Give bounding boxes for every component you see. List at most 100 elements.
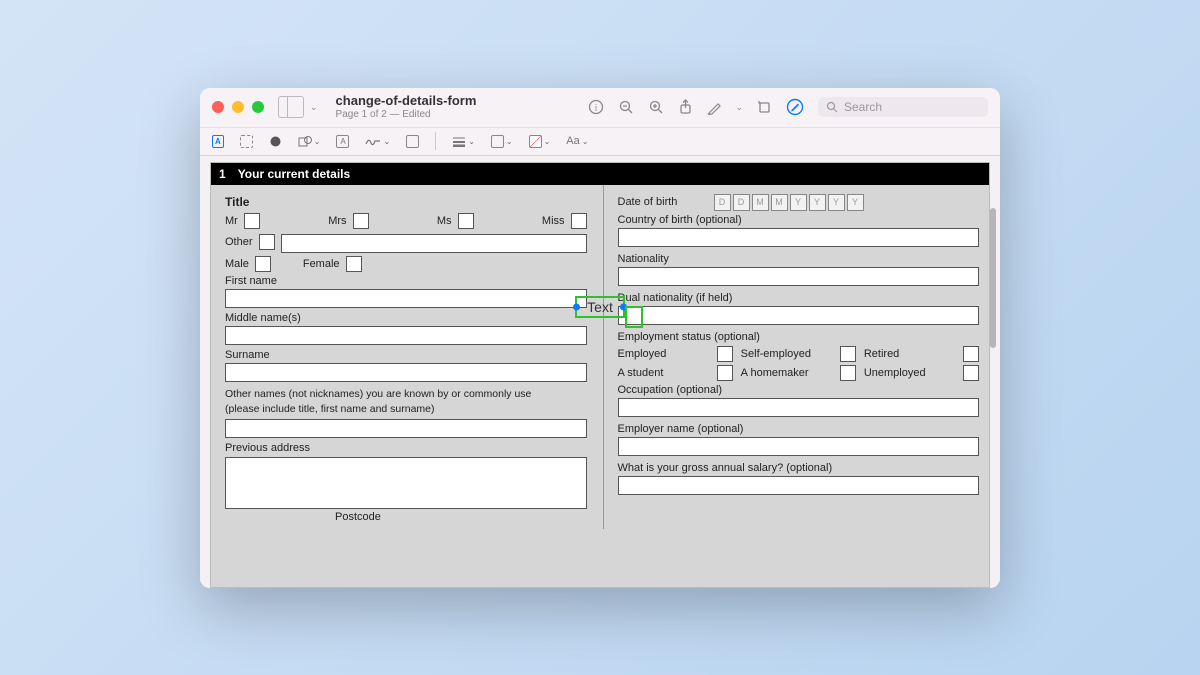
dual-nationality-label: Dual nationality (if held) bbox=[618, 292, 980, 304]
document-title: change-of-details-form bbox=[336, 94, 477, 108]
info-icon[interactable]: i bbox=[588, 99, 604, 115]
miss-label: Miss bbox=[542, 215, 565, 227]
rotate-icon[interactable] bbox=[757, 100, 772, 115]
male-checkbox[interactable] bbox=[255, 256, 271, 272]
homemaker-label: A homemaker bbox=[741, 367, 832, 379]
annotation-secondary-box[interactable] bbox=[625, 306, 643, 328]
zoom-in-icon[interactable] bbox=[648, 99, 664, 115]
svg-text:i: i bbox=[595, 103, 598, 113]
homemaker-checkbox[interactable] bbox=[840, 365, 856, 381]
markup-chevron-icon[interactable]: ⌄ bbox=[735, 102, 743, 113]
ms-label: Ms bbox=[437, 215, 452, 227]
form-left-column: Title Mr Mrs Ms Miss Other bbox=[211, 185, 604, 529]
annotate-icon[interactable] bbox=[786, 98, 804, 116]
section-title: Your current details bbox=[238, 167, 350, 181]
search-placeholder: Search bbox=[844, 100, 882, 114]
retired-label: Retired bbox=[864, 348, 955, 360]
document-title-area: change-of-details-form Page 1 of 2 — Edi… bbox=[336, 94, 477, 119]
mr-checkbox[interactable] bbox=[244, 213, 260, 229]
zoom-out-icon[interactable] bbox=[618, 99, 634, 115]
scrollbar-thumb[interactable] bbox=[990, 208, 996, 348]
document-subtitle: Page 1 of 2 — Edited bbox=[336, 109, 477, 120]
ms-checkbox[interactable] bbox=[458, 213, 474, 229]
male-label: Male bbox=[225, 258, 249, 270]
form-right-column: Date of birth D D M M Y Y Y Y Country of bbox=[604, 185, 990, 529]
border-color-icon[interactable]: ⌄ bbox=[491, 135, 513, 148]
unemployed-label: Unemployed bbox=[864, 367, 955, 379]
nationality-input[interactable] bbox=[618, 267, 980, 286]
postcode-label: Postcode bbox=[335, 511, 381, 523]
gross-salary-input[interactable] bbox=[618, 476, 980, 495]
dob-input-group[interactable]: D D M M Y Y Y Y bbox=[714, 194, 864, 211]
fill-color-icon[interactable]: ⌄ bbox=[529, 135, 551, 148]
first-name-label: First name bbox=[225, 275, 587, 287]
student-label: A student bbox=[618, 367, 709, 379]
employed-checkbox[interactable] bbox=[717, 346, 733, 362]
dual-nationality-input[interactable] bbox=[618, 306, 980, 325]
instant-alpha-icon[interactable] bbox=[269, 135, 282, 148]
self-employed-checkbox[interactable] bbox=[840, 346, 856, 362]
country-of-birth-input[interactable] bbox=[618, 228, 980, 247]
miss-checkbox[interactable] bbox=[571, 213, 587, 229]
text-tool-icon[interactable]: A bbox=[212, 135, 224, 148]
sidebar-toggle-icon[interactable] bbox=[278, 96, 304, 118]
app-window: ⌄ change-of-details-form Page 1 of 2 — E… bbox=[200, 88, 1000, 588]
other-label: Other bbox=[225, 236, 253, 248]
text-annotation[interactable]: Text bbox=[575, 296, 625, 318]
gross-salary-label: What is your gross annual salary? (optio… bbox=[618, 462, 980, 474]
resize-handle-left[interactable] bbox=[573, 303, 580, 310]
dob-label: Date of birth bbox=[618, 196, 708, 208]
other-checkbox[interactable] bbox=[259, 234, 275, 250]
font-style-icon[interactable]: Aa⌄ bbox=[566, 135, 588, 147]
previous-address-label: Previous address bbox=[225, 442, 587, 454]
employer-name-label: Employer name (optional) bbox=[618, 423, 980, 435]
chevron-down-icon[interactable]: ⌄ bbox=[310, 102, 318, 113]
search-input[interactable]: Search bbox=[818, 97, 988, 117]
sign-icon[interactable]: ⌄ bbox=[365, 135, 390, 147]
markup-icon[interactable] bbox=[707, 99, 723, 115]
first-name-input[interactable] bbox=[225, 289, 587, 308]
surname-label: Surname bbox=[225, 349, 587, 361]
other-names-label-1: Other names (not nicknames) you are know… bbox=[225, 388, 587, 402]
text-box-icon[interactable]: A bbox=[336, 135, 349, 148]
pdf-page: 1 Your current details Title Mr Mrs Ms M… bbox=[210, 162, 990, 588]
country-of-birth-label: Country of birth (optional) bbox=[618, 214, 980, 226]
self-employed-label: Self-employed bbox=[741, 348, 832, 360]
mrs-checkbox[interactable] bbox=[353, 213, 369, 229]
nationality-label: Nationality bbox=[618, 253, 980, 265]
previous-address-input[interactable] bbox=[225, 457, 587, 509]
employment-status-label: Employment status (optional) bbox=[618, 331, 980, 343]
employed-label: Employed bbox=[618, 348, 709, 360]
section-header: 1 Your current details bbox=[211, 163, 989, 185]
section-number: 1 bbox=[219, 167, 226, 181]
document-viewport[interactable]: 1 Your current details Title Mr Mrs Ms M… bbox=[200, 156, 1000, 588]
annotation-text: Text bbox=[587, 299, 613, 315]
other-names-input[interactable] bbox=[225, 419, 587, 438]
share-icon[interactable] bbox=[678, 99, 693, 115]
employer-name-input[interactable] bbox=[618, 437, 980, 456]
title-label: Title bbox=[225, 195, 587, 209]
scrollbar[interactable] bbox=[990, 208, 998, 408]
other-names-label-2: (please include title, first name and su… bbox=[225, 403, 587, 417]
student-checkbox[interactable] bbox=[717, 365, 733, 381]
line-weight-icon[interactable]: ⌄ bbox=[452, 135, 475, 147]
search-icon bbox=[826, 101, 838, 113]
titlebar: ⌄ change-of-details-form Page 1 of 2 — E… bbox=[200, 88, 1000, 128]
selection-tool-icon[interactable] bbox=[240, 135, 253, 148]
other-input[interactable] bbox=[281, 234, 587, 253]
mrs-label: Mrs bbox=[328, 215, 346, 227]
minimize-button[interactable] bbox=[232, 101, 244, 113]
surname-input[interactable] bbox=[225, 363, 587, 382]
occupation-input[interactable] bbox=[618, 398, 980, 417]
maximize-button[interactable] bbox=[252, 101, 264, 113]
window-controls bbox=[212, 101, 264, 113]
occupation-label: Occupation (optional) bbox=[618, 384, 980, 396]
shapes-icon[interactable]: ⌄ bbox=[298, 135, 321, 148]
female-label: Female bbox=[303, 258, 340, 270]
shape-rect-icon[interactable] bbox=[406, 135, 419, 148]
close-button[interactable] bbox=[212, 101, 224, 113]
retired-checkbox[interactable] bbox=[963, 346, 979, 362]
middle-names-input[interactable] bbox=[225, 326, 587, 345]
unemployed-checkbox[interactable] bbox=[963, 365, 979, 381]
female-checkbox[interactable] bbox=[346, 256, 362, 272]
